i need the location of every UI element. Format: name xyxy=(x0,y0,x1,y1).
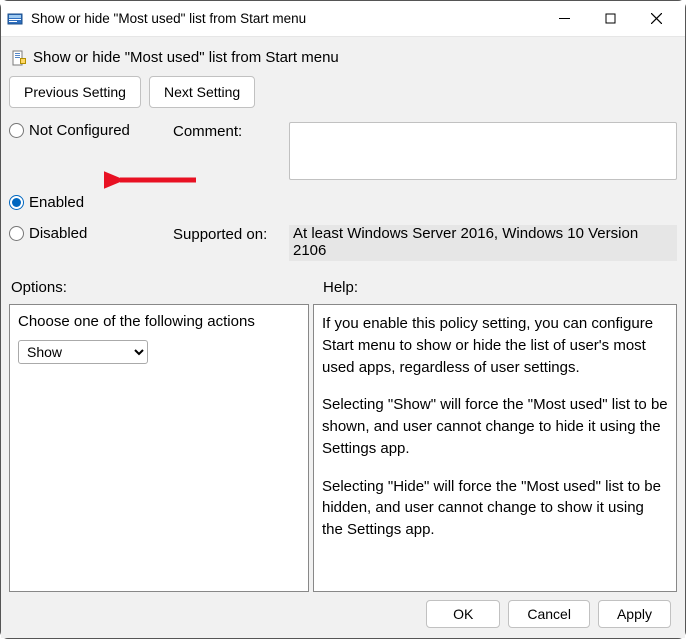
window-controls xyxy=(541,3,679,35)
window-title: Show or hide "Most used" list from Start… xyxy=(31,11,541,26)
radio-disabled[interactable]: Disabled xyxy=(9,225,169,242)
radio-enabled[interactable]: Enabled xyxy=(9,194,169,211)
radio-not-configured-input[interactable] xyxy=(9,123,24,138)
previous-setting-button[interactable]: Previous Setting xyxy=(9,76,141,108)
supported-on-text: At least Windows Server 2016, Windows 10… xyxy=(289,225,677,261)
cancel-button[interactable]: Cancel xyxy=(508,600,590,628)
app-icon xyxy=(7,11,23,27)
options-heading: Options: xyxy=(9,279,309,296)
panels: Choose one of the following actions Show… xyxy=(9,304,677,590)
help-panel: If you enable this policy setting, you c… xyxy=(313,304,677,592)
policy-title: Show or hide "Most used" list from Start… xyxy=(33,49,339,66)
policy-icon xyxy=(11,50,27,66)
policy-header: Show or hide "Most used" list from Start… xyxy=(9,47,677,76)
supported-label: Supported on: xyxy=(173,225,285,243)
comment-label: Comment: xyxy=(173,122,285,140)
radio-enabled-label: Enabled xyxy=(29,194,84,211)
config-grid: Not Configured Comment: Enabled Disabled… xyxy=(9,122,677,261)
help-text-p2: Selecting "Show" will force the "Most us… xyxy=(322,394,668,459)
maximize-button[interactable] xyxy=(587,3,633,35)
options-prompt: Choose one of the following actions xyxy=(18,313,300,330)
help-text-p3: Selecting "Hide" will force the "Most us… xyxy=(322,476,668,541)
options-panel: Choose one of the following actions Show xyxy=(9,304,309,592)
radio-disabled-label: Disabled xyxy=(29,225,87,242)
close-button[interactable] xyxy=(633,3,679,35)
action-select[interactable]: Show xyxy=(18,340,148,364)
comment-input[interactable] xyxy=(289,122,677,180)
help-heading: Help: xyxy=(309,279,358,296)
radio-disabled-input[interactable] xyxy=(9,226,24,241)
nav-buttons: Previous Setting Next Setting xyxy=(9,76,677,122)
radio-not-configured[interactable]: Not Configured xyxy=(9,122,169,139)
help-text-p1: If you enable this policy setting, you c… xyxy=(322,313,668,378)
next-setting-button[interactable]: Next Setting xyxy=(149,76,255,108)
apply-button[interactable]: Apply xyxy=(598,600,671,628)
ok-button[interactable]: OK xyxy=(426,600,500,628)
titlebar: Show or hide "Most used" list from Start… xyxy=(1,1,685,37)
content-area: Show or hide "Most used" list from Start… xyxy=(1,37,685,638)
footer: OK Cancel Apply xyxy=(9,590,677,638)
minimize-button[interactable] xyxy=(541,3,587,35)
radio-enabled-input[interactable] xyxy=(9,195,24,210)
panels-header: Options: Help: xyxy=(9,279,677,296)
radio-not-configured-label: Not Configured xyxy=(29,122,130,139)
